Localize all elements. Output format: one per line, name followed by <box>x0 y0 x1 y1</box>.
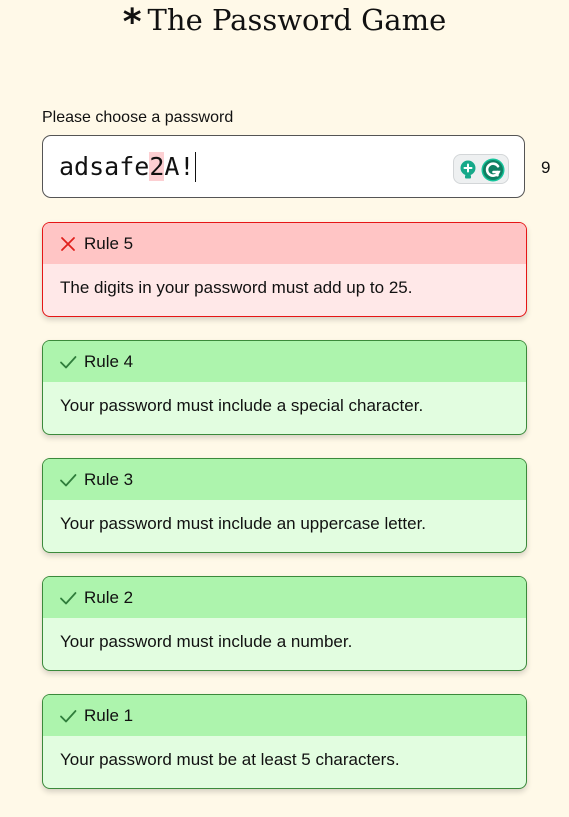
rule-5-header: Rule 5 <box>43 223 526 264</box>
rule-1-card: Rule 1 Your password must be at least 5 … <box>42 694 527 789</box>
rule-2-text: Your password must include a number. <box>60 632 353 651</box>
grammarly-icon[interactable] <box>481 158 505 182</box>
rule-4-text: Your password must include a special cha… <box>60 396 424 415</box>
x-icon <box>61 236 75 251</box>
rule-4-header: Rule 4 <box>43 341 526 382</box>
password-label: Please choose a password <box>42 109 234 126</box>
rule-1-title: Rule 1 <box>84 705 134 725</box>
rule-5-text: The digits in your password must add up … <box>60 278 413 297</box>
rule-3-header: Rule 3 <box>43 459 526 500</box>
check-icon <box>60 591 77 604</box>
rule-3-text: Your password must include an uppercase … <box>60 514 427 533</box>
asterisk-icon: * <box>122 2 142 43</box>
rule-5-title: Rule 5 <box>84 233 134 253</box>
lightbulb-icon[interactable] <box>459 160 477 180</box>
password-input[interactable]: adsafe2A! <box>42 135 525 198</box>
rule-2-title: Rule 2 <box>84 587 134 607</box>
rule-3-title: Rule 3 <box>84 469 134 489</box>
rule-1-text: Your password must be at least 5 charact… <box>60 750 400 769</box>
password-value[interactable]: adsafe2A! <box>59 152 197 182</box>
rule-2-header: Rule 2 <box>43 577 526 618</box>
rule-5-card: Rule 5 The digits in your password must … <box>42 222 527 317</box>
check-icon <box>60 473 77 486</box>
rule-4-title: Rule 4 <box>84 351 134 371</box>
rule-2-card: Rule 2 Your password must include a numb… <box>42 576 527 671</box>
check-icon <box>60 709 77 722</box>
page-title-text: The Password Game <box>147 3 447 37</box>
password-text-end: A! <box>164 152 195 181</box>
rule-4-card: Rule 4 Your password must include a spec… <box>42 340 527 435</box>
check-icon <box>60 355 77 368</box>
text-caret <box>195 152 197 182</box>
rule-3-card: Rule 3 Your password must include an upp… <box>42 458 527 553</box>
grammarly-widget[interactable] <box>453 154 509 184</box>
password-text-start: adsafe <box>59 152 150 181</box>
password-length-count: 9 <box>541 158 551 177</box>
highlighted-digit: 2 <box>149 152 165 181</box>
page-title: * The Password Game <box>0 0 569 42</box>
rule-1-header: Rule 1 <box>43 695 526 736</box>
